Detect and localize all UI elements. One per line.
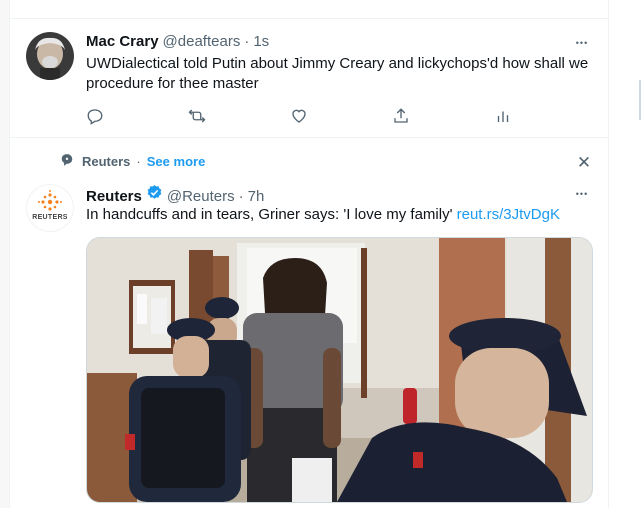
see-more-link[interactable]: See more [147, 154, 206, 169]
action-bar [86, 107, 596, 125]
tweet-link[interactable]: reut.rs/3JtvDgK [457, 206, 560, 223]
tweet-text: In handcuffs and in tears, Griner says: … [86, 205, 601, 225]
speech-bubble-icon [60, 153, 76, 170]
avatar[interactable] [26, 32, 74, 80]
social-context: Reuters · See more [60, 153, 205, 170]
more-icon[interactable]: ••• [571, 33, 593, 53]
handle[interactable]: @deaftears [163, 33, 241, 50]
left-gutter [0, 0, 10, 508]
reply-icon [86, 107, 104, 125]
reuters-wordmark: REUTERS [32, 214, 68, 221]
handle[interactable]: @Reuters [167, 188, 235, 205]
timestamp[interactable]: 7h [248, 188, 265, 205]
tweet-text-line: UWDialectical told Putin about Jimmy Cre… [86, 55, 589, 72]
tweet-mac-crary[interactable]: Mac Crary @deaftears · 1s ••• UWDialecti… [10, 19, 608, 137]
like-button[interactable] [290, 107, 392, 125]
display-name[interactable]: Reuters [86, 188, 142, 205]
analytics-icon [494, 107, 512, 125]
tweet-text-line: procedure for thee master [86, 75, 259, 92]
verified-badge-icon [146, 184, 163, 201]
timestamp[interactable]: 1s [253, 33, 269, 50]
retweet-icon [188, 107, 206, 125]
reuters-avatar[interactable]: REUTERS [26, 184, 74, 232]
share-icon [392, 107, 410, 125]
tweet-reuters[interactable]: Reuters · See more ✕ REUTERS Reuters @Re… [10, 138, 608, 508]
reply-button[interactable] [86, 107, 188, 125]
photo-image [87, 238, 592, 502]
separator-dot: · [244, 33, 250, 50]
tweet-text-body: In handcuffs and in tears, Griner says: … [86, 206, 453, 223]
heart-icon [290, 107, 308, 125]
reuters-logo [38, 190, 62, 211]
display-name[interactable]: Mac Crary [86, 33, 159, 50]
scrollbar-thumb[interactable] [639, 80, 641, 120]
share-button[interactable] [392, 107, 494, 125]
separator-dot: · [136, 154, 141, 169]
source-name[interactable]: Reuters [82, 154, 130, 169]
more-icon[interactable]: ••• [571, 184, 593, 204]
close-icon[interactable]: ✕ [573, 152, 595, 174]
analytics-button[interactable] [494, 107, 596, 125]
separator-dot: · [238, 188, 244, 205]
retweet-button[interactable] [188, 107, 290, 125]
tweet-photo[interactable] [86, 237, 593, 503]
tweet-text: UWDialectical told Putin about Jimmy Cre… [86, 54, 601, 94]
right-gutter [608, 0, 642, 508]
